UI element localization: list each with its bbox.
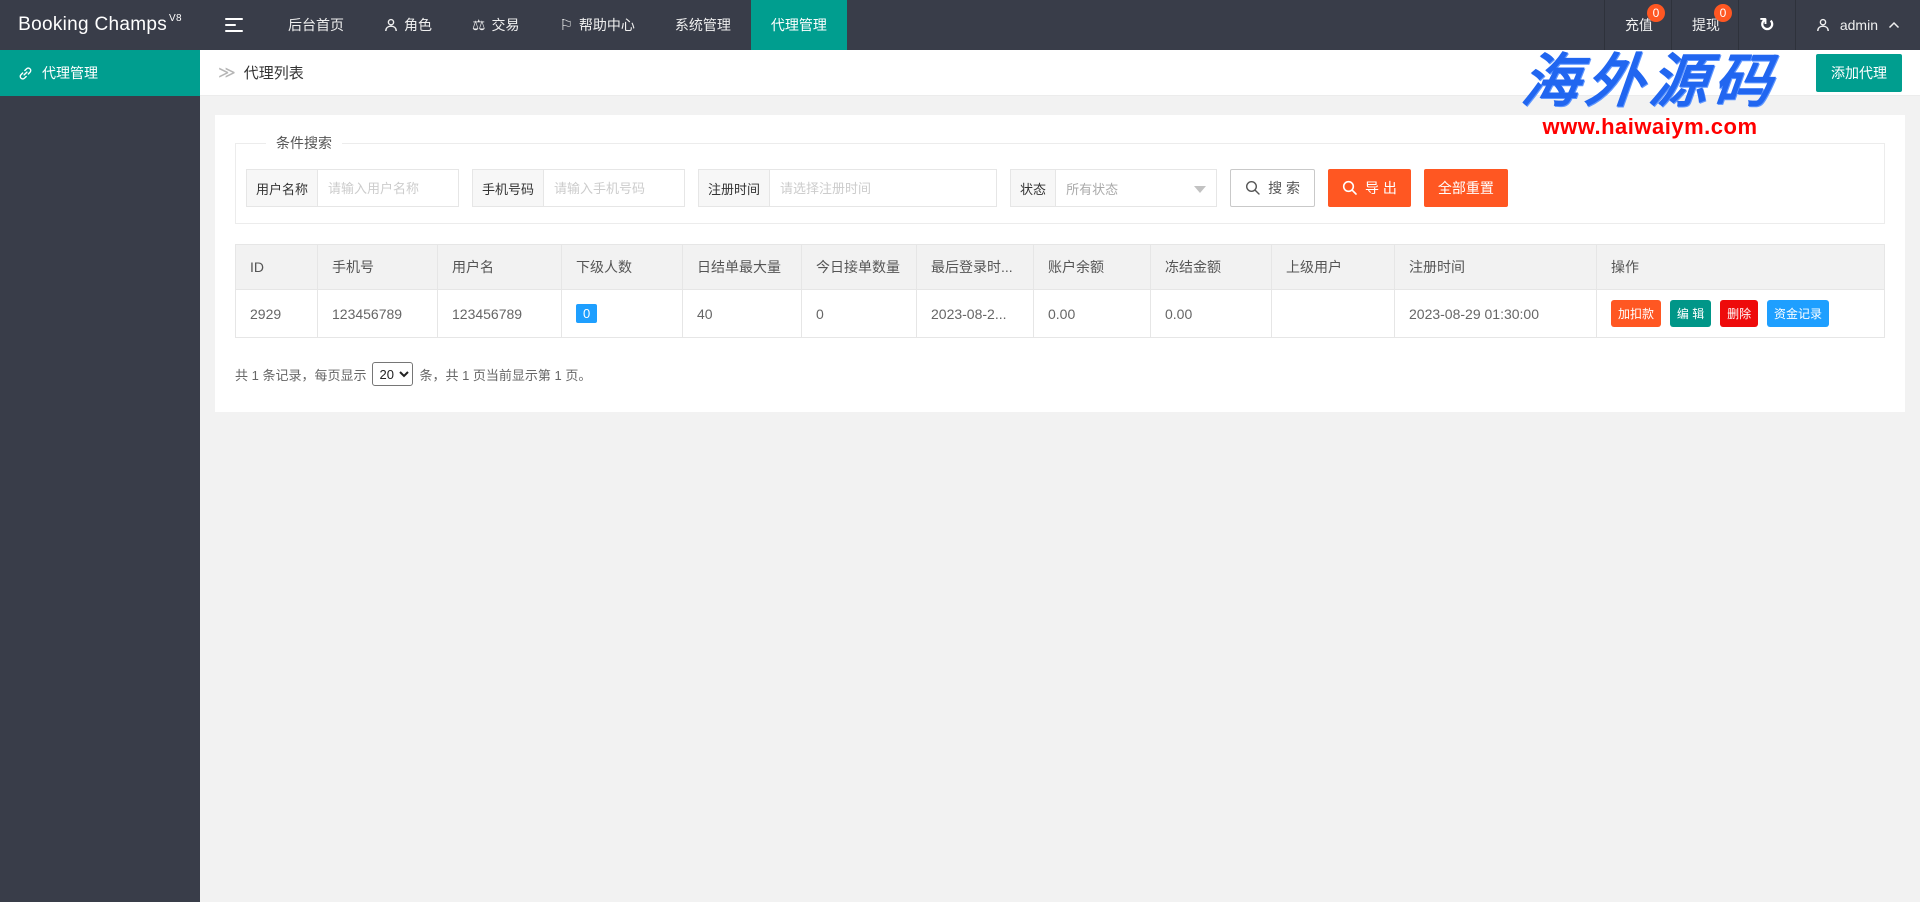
col-actions: 操作: [1597, 245, 1885, 290]
register-time-input[interactable]: [769, 169, 997, 207]
recharge-button[interactable]: 充值 0: [1604, 0, 1671, 50]
recharge-badge: 0: [1647, 4, 1665, 22]
agents-table: ID 手机号 用户名 下级人数 日结单最大量 今日接单数量 最后登录时... 账…: [235, 244, 1885, 338]
sidebar-item-label: 代理管理: [42, 63, 98, 83]
cell-parent-user: [1272, 290, 1395, 338]
table-row: 2929 123456789 123456789 0 40 0 2023-08-…: [236, 290, 1885, 338]
nav-item-dashboard[interactable]: 后台首页: [268, 0, 364, 50]
admin-menu[interactable]: admin: [1795, 0, 1920, 50]
top-navbar: Booking Champs V8 后台首页 角色 ⚖ 交易 ⚐ 帮助中心 系统…: [0, 0, 1920, 50]
status-label: 状态: [1010, 169, 1055, 207]
col-phone: 手机号: [318, 245, 438, 290]
brand-name: Booking Champs: [18, 14, 167, 36]
scales-icon: ⚖: [472, 18, 485, 33]
chevron-down-icon: [1194, 186, 1206, 193]
brand-logo[interactable]: Booking Champs V8: [0, 0, 200, 50]
main-area: ≫ 代理列表 添加代理 条件搜索 用户名称 手机号码 注册时间: [200, 50, 1920, 902]
cell-username: 123456789: [438, 290, 562, 338]
cell-last-login: 2023-08-2...: [917, 290, 1034, 338]
table-header-row: ID 手机号 用户名 下级人数 日结单最大量 今日接单数量 最后登录时... 账…: [236, 245, 1885, 290]
register-time-group: 注册时间: [698, 169, 997, 207]
nav-item-roles[interactable]: 角色: [364, 0, 452, 50]
pagination-prefix: 共 1 条记录，每页显示: [235, 365, 366, 384]
chevron-up-icon: [1888, 21, 1900, 29]
phone-label: 手机号码: [472, 169, 543, 207]
add-agent-button[interactable]: 添加代理: [1816, 54, 1902, 92]
cell-balance: 0.00: [1034, 290, 1151, 338]
breadcrumb-caret-icon: ≫: [218, 63, 236, 83]
search-icon: [1245, 180, 1261, 196]
refresh-button[interactable]: ↻: [1738, 0, 1795, 50]
cell-today-orders: 0: [802, 290, 917, 338]
withdraw-button[interactable]: 提现 0: [1671, 0, 1738, 50]
nav-item-agents[interactable]: 代理管理: [751, 0, 847, 50]
status-select-value: 所有状态: [1066, 179, 1118, 198]
pagination-suffix: 条，共 1 页当前显示第 1 页。: [419, 365, 591, 384]
hamburger-menu-icon[interactable]: [200, 0, 268, 50]
col-id: ID: [236, 245, 318, 290]
export-button[interactable]: 导 出: [1328, 169, 1411, 207]
cell-actions: 加扣款 编 辑 删除 资金记录: [1597, 290, 1885, 338]
cell-subordinates: 0: [562, 290, 683, 338]
page-title: 代理列表: [244, 62, 304, 83]
col-register-time: 注册时间: [1395, 245, 1597, 290]
register-time-label: 注册时间: [698, 169, 769, 207]
brand-version: V8: [169, 13, 182, 24]
nav-item-help-center[interactable]: ⚐ 帮助中心: [539, 0, 654, 50]
link-icon: [18, 66, 33, 81]
col-subordinates: 下级人数: [562, 245, 683, 290]
cell-id: 2929: [236, 290, 318, 338]
delete-button[interactable]: 删除: [1720, 300, 1758, 327]
withdraw-badge: 0: [1714, 4, 1732, 22]
status-select[interactable]: 所有状态: [1055, 169, 1217, 207]
subordinates-badge[interactable]: 0: [576, 304, 597, 324]
refresh-icon: ↻: [1759, 14, 1775, 37]
user-icon: [1816, 18, 1830, 32]
cell-phone: 123456789: [318, 290, 438, 338]
search-row: 用户名称 手机号码 注册时间 状态 所有状态: [246, 165, 1874, 207]
cell-register-time: 2023-08-29 01:30:00: [1395, 290, 1597, 338]
phone-group: 手机号码: [472, 169, 685, 207]
cell-daily-max: 40: [683, 290, 802, 338]
search-button[interactable]: 搜 索: [1230, 169, 1315, 207]
edit-button[interactable]: 编 辑: [1670, 300, 1711, 327]
search-icon: [1342, 180, 1358, 196]
username-group: 用户名称: [246, 169, 459, 207]
col-parent-user: 上级用户: [1272, 245, 1395, 290]
per-page-select[interactable]: 20: [372, 362, 413, 386]
add-deduct-button[interactable]: 加扣款: [1611, 300, 1661, 327]
breadcrumb-bar: ≫ 代理列表 添加代理: [200, 50, 1920, 96]
funds-record-button[interactable]: 资金记录: [1767, 300, 1829, 327]
search-fieldset: 条件搜索 用户名称 手机号码 注册时间 状态 所有状态: [235, 133, 1885, 224]
nav-item-trade[interactable]: ⚖ 交易: [452, 0, 539, 50]
col-daily-max: 日结单最大量: [683, 245, 802, 290]
navbar-right: 充值 0 提现 0 ↻ admin: [1604, 0, 1920, 50]
col-frozen: 冻结金额: [1151, 245, 1272, 290]
admin-username: admin: [1840, 17, 1878, 33]
col-last-login: 最后登录时...: [917, 245, 1034, 290]
reset-all-button[interactable]: 全部重置: [1424, 169, 1508, 207]
search-legend: 条件搜索: [266, 133, 342, 153]
username-label: 用户名称: [246, 169, 317, 207]
col-username: 用户名: [438, 245, 562, 290]
content-card: 条件搜索 用户名称 手机号码 注册时间 状态 所有状态: [215, 115, 1905, 412]
nav-item-system[interactable]: 系统管理: [655, 0, 751, 50]
username-input[interactable]: [317, 169, 459, 207]
col-today-orders: 今日接单数量: [802, 245, 917, 290]
pagination-bar: 共 1 条记录，每页显示 20 条，共 1 页当前显示第 1 页。: [235, 362, 1885, 386]
col-balance: 账户余额: [1034, 245, 1151, 290]
user-icon: [384, 18, 398, 32]
main-menu: 后台首页 角色 ⚖ 交易 ⚐ 帮助中心 系统管理 代理管理: [268, 0, 847, 50]
phone-input[interactable]: [543, 169, 685, 207]
sidebar-item-agents[interactable]: 代理管理: [0, 50, 200, 96]
sidebar: 代理管理: [0, 50, 200, 902]
status-group: 状态 所有状态: [1010, 169, 1217, 207]
flag-icon: ⚐: [559, 18, 572, 33]
cell-frozen: 0.00: [1151, 290, 1272, 338]
